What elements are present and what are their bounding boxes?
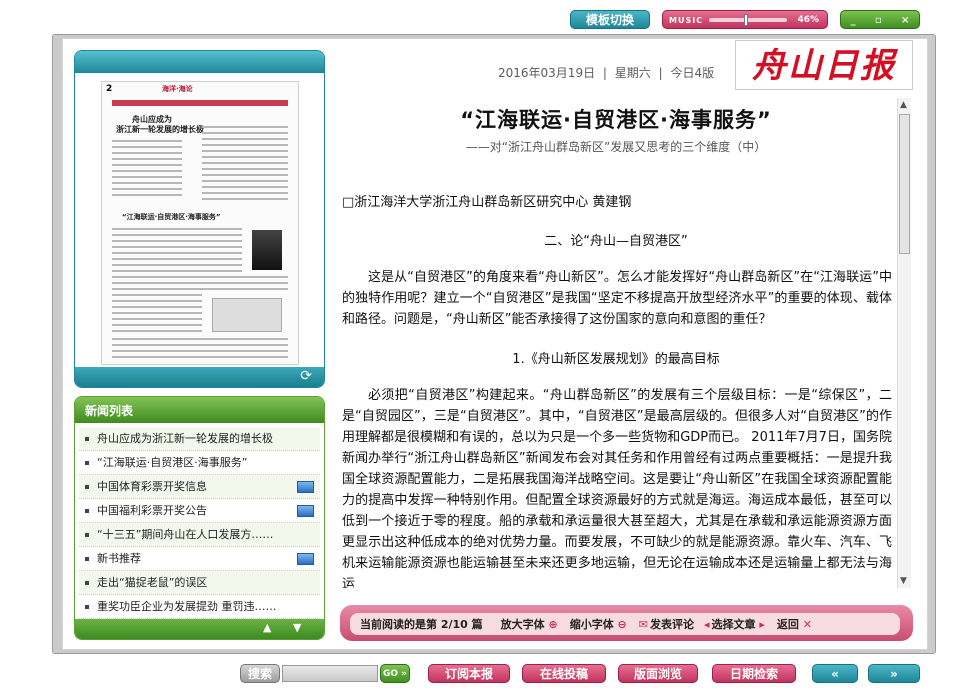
thumbnail-ad-block (212, 298, 282, 332)
restore-icon[interactable]: ▫ (875, 11, 882, 28)
article-content: “江海联运·自贸港区·海事服务” ——对“浙江舟山群岛新区”发展又思考的三个维度… (336, 98, 896, 588)
news-list: 舟山应成为浙江新一轮发展的增长极 “江海联运·自贸港区·海事服务” 中国体育彩票… (79, 427, 320, 619)
article-paragraph: 必须把“自贸港区”构建起来。“舟山群岛新区”的发展有三个层级目标：一是“综保区”… (342, 388, 892, 588)
enlarge-font-button[interactable]: 放大字体 ⊕ (501, 616, 560, 632)
article-scrollbar[interactable]: ▲ ▼ (897, 98, 911, 588)
article-section-heading: 二、论“舟山—自贸港区” (544, 234, 688, 249)
window-controls: _ ▫ × (840, 10, 920, 29)
scroll-up-arrow-icon[interactable]: ▲ (900, 100, 907, 110)
music-slider-track[interactable] (709, 18, 787, 22)
news-list-item[interactable]: “十三五”期间舟山在人口发展方…… (79, 523, 320, 547)
thumbnail-author-photo (252, 230, 282, 270)
article-author: □浙江海洋大学浙江舟山群岛新区研究中心 黄建钢 (342, 195, 632, 210)
search-label: 搜索 (240, 664, 280, 683)
next-page-button[interactable]: » (868, 664, 920, 683)
attachment-icon[interactable] (297, 553, 314, 565)
plus-icon: ⊕ (548, 618, 558, 631)
article-title: “江海联运·自贸港区·海事服务” (460, 108, 772, 132)
bottom-toolbar: 搜索 GO » 订阅本报 在线投稿 版面浏览 日期检索 « » (0, 664, 962, 688)
minimize-icon[interactable]: _ (851, 11, 856, 28)
submit-article-button[interactable]: 在线投稿 (522, 664, 606, 683)
reader-toolbar: 当前阅读的是第 2/10 篇 放大字体 ⊕ 缩小字体 ⊖ ✉ 发表评论 ◂ 选择文章… (340, 605, 913, 641)
close-icon[interactable]: × (901, 11, 909, 28)
shrink-font-button[interactable]: 缩小字体 ⊖ (570, 616, 629, 632)
music-volume-control[interactable]: MUSIC 46% (662, 10, 828, 29)
news-list-item[interactable]: 中国福利彩票开奖公告 (79, 499, 320, 523)
scrollbar-thumb[interactable] (899, 114, 910, 254)
music-slider-handle[interactable] (744, 14, 748, 26)
issue-edition-count: 今日4版 (670, 66, 715, 80)
thumbnail-headline: 浙江新一轮发展的增长极 (116, 125, 204, 134)
close-icon: ✕ (802, 618, 812, 631)
scroll-down-arrow-icon[interactable]: ▼ (900, 576, 907, 586)
news-list-item[interactable]: 走出“猫捉老鼠”的误区 (79, 571, 320, 595)
news-list-title: 新闻列表 (75, 397, 324, 423)
news-list-item[interactable]: 重奖功臣企业为发展提劲 重罚违…… (79, 595, 320, 619)
prev-page-button[interactable]: « (812, 664, 858, 683)
newspaper-page-thumbnail[interactable]: 2 海洋·海论 舟山应成为 浙江新一轮发展的增长极 “江海联运·自贸港区·海事服… (101, 81, 299, 365)
article-subtitle: ——对“浙江舟山群岛新区”发展又思考的三个维度（中） (465, 140, 767, 154)
mail-icon: ✉ (638, 618, 648, 631)
news-list-item[interactable]: 舟山应成为浙江新一轮发展的增长极 (79, 427, 320, 451)
reading-position: 当前阅读的是第 2/10 篇 (360, 618, 483, 631)
back-button[interactable]: 返回 ✕ (777, 616, 814, 632)
page-thumbnail-panel: 2 海洋·海论 舟山应成为 浙江新一轮发展的增长极 “江海联运·自贸港区·海事服… (74, 50, 325, 388)
attachment-icon[interactable] (297, 505, 314, 517)
issue-date: 2016年03月19日 (498, 66, 596, 80)
arrow-right-icon: ▸ (759, 618, 765, 631)
thumbnail-header-text: 海洋·海论 (162, 85, 193, 93)
template-switch-button[interactable]: 模板切换 (570, 10, 650, 29)
newspaper-logo: 舟山日报 (735, 40, 913, 90)
date-search-button[interactable]: 日期检索 (712, 664, 796, 683)
comment-button[interactable]: ✉ 发表评论 (639, 616, 694, 632)
thumbnail-banner (112, 100, 288, 106)
refresh-icon[interactable]: ⟳ (300, 368, 312, 384)
thumbnail-header (75, 51, 324, 73)
news-list-item[interactable]: “江海联运·自贸港区·海事服务” (79, 451, 320, 475)
select-article-button[interactable]: ◂ 选择文章 ▸ (704, 616, 767, 632)
news-list-item[interactable]: 新书推荐 (79, 547, 320, 571)
music-label: MUSIC (669, 16, 704, 25)
thumbnail-footer: ⟳ (75, 367, 324, 387)
music-volume-value: 46% (797, 15, 819, 25)
date-bar: 2016年03月19日 | 星期六 | 今日4版 (498, 66, 715, 80)
issue-weekday: 星期六 (614, 66, 651, 80)
search-input[interactable] (282, 665, 378, 682)
page-browse-button[interactable]: 版面浏览 (618, 664, 698, 683)
minus-icon: ⊖ (617, 618, 627, 631)
search-go-button[interactable]: GO » (380, 664, 410, 683)
news-list-panel: 新闻列表 舟山应成为浙江新一轮发展的增长极 “江海联运·自贸港区·海事服务” 中… (74, 396, 325, 640)
thumbnail-page-number: 2 (106, 84, 113, 94)
news-list-item[interactable]: 中国体育彩票开奖信息 (79, 475, 320, 499)
scroll-down-icon[interactable]: ▼ (293, 621, 301, 634)
scroll-up-icon[interactable]: ▲ (263, 621, 271, 634)
thumbnail-headline: “江海联运·自贸港区·海事服务” (122, 213, 221, 221)
attachment-icon[interactable] (297, 481, 314, 493)
subscribe-button[interactable]: 订阅本报 (428, 664, 510, 683)
article-subheading: 1.《舟山新区发展规划》的最高目标 (512, 352, 720, 367)
news-list-footer: ▲ ▼ (75, 619, 324, 639)
article-paragraph: 这是从“自贸港区”的角度来看“舟山新区”。怎么才能发挥好“舟山群岛新区”在“江海… (342, 270, 892, 327)
arrow-left-icon: ◂ (703, 618, 710, 631)
